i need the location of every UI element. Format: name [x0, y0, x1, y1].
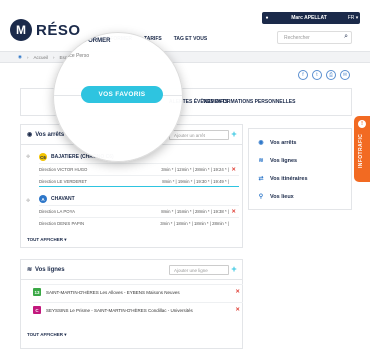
lines-panel-header: ≋ Vos lignes Ajouter une ligne + [21, 260, 242, 280]
location-icon: ◉ [18, 54, 22, 59]
side-item-label: Vos itinéraires [270, 175, 308, 182]
side-item-stops[interactable]: ◉ Vos arrêts [257, 139, 297, 147]
delete-icon[interactable]: ✕ [235, 307, 240, 313]
direction-row: Direction DENIS PAPIN 3min * | 18min * |… [39, 217, 239, 229]
side-item-label: Vos lieux [270, 193, 294, 200]
facebook-icon[interactable]: f [298, 70, 308, 80]
line-label: SEYSSINS Le Prisme - SAINT-MARTIN-D'HÈRE… [46, 307, 193, 313]
departure-times: 8min * | 19min * | 19:30 * | 19:49 * | [162, 178, 229, 184]
route-icon: ⇄ [258, 176, 264, 182]
logo-badge: M [10, 19, 32, 41]
site-header: M RÉSO ● Marc APELLAT FR ▾ M'INFORMER TA… [0, 0, 370, 50]
lines-panel-title: ≋ Vos lignes [27, 266, 65, 274]
twitter-icon[interactable]: t [312, 70, 322, 80]
direction-label: Direction LA POYA [39, 209, 75, 214]
magnified-nav-item: M'INFORMER [72, 38, 111, 44]
direction-label: Direction DENIS PAPIN [39, 221, 85, 226]
add-line-placeholder: Ajouter une ligne [174, 267, 208, 273]
stop-label: CHAVANT [51, 196, 75, 202]
mail-icon[interactable]: ✉ [340, 70, 350, 80]
add-line-input[interactable]: Ajouter une ligne [169, 265, 229, 275]
add-stop-placeholder: Ajouter un arrêt [174, 132, 206, 138]
stops-panel-title: ◉ Vos arrêts [27, 131, 65, 139]
logo-text: RÉSO [36, 21, 81, 39]
line-badge: A [39, 195, 47, 203]
direction-row: Direction LA POYA 8min * | 15min * | 28m… [39, 205, 239, 217]
tab-favorites[interactable]: VOS FAVORIS [81, 86, 163, 103]
share-buttons: f t ⎙ ✉ [298, 70, 350, 80]
logo[interactable]: M RÉSO [10, 19, 81, 41]
language-select[interactable]: FR ▾ [346, 15, 360, 21]
search-placeholder: Rechercher [284, 34, 310, 41]
lines-icon: ≋ [27, 267, 33, 273]
delete-icon[interactable]: ✕ [231, 167, 236, 173]
line-code: C [33, 306, 41, 314]
breadcrumb-home[interactable]: Accueil [33, 55, 48, 60]
nav-item-tag[interactable]: TAG ET VOUS [174, 36, 208, 42]
show-all-lines-button[interactable]: TOUT AFFICHER ▾ [27, 332, 67, 338]
add-stop-button[interactable]: + [229, 130, 239, 140]
user-name[interactable]: Marc APELLAT [272, 15, 346, 21]
tab-personal-info[interactable]: VOS INFORMATIONS PERSONNELLES [203, 99, 295, 105]
drag-handle-icon[interactable]: ✥ [26, 154, 30, 160]
side-item-lines[interactable]: ≋ Vos lignes [257, 157, 298, 165]
stop-name: A CHAVANT [39, 195, 75, 203]
user-icon[interactable]: ● [262, 15, 272, 21]
place-icon: ⚲ [258, 194, 264, 200]
side-item-places[interactable]: ⚲ Vos lieux [257, 193, 294, 201]
search-icon[interactable]: ⌕ [344, 33, 348, 41]
infotrafic-label: INFOTRAFIC [358, 133, 364, 168]
lines-panel: ≋ Vos lignes Ajouter une ligne + 13 SAIN… [20, 259, 243, 349]
departure-times: 8min * | 15min * | 28min * | 19:38 * | [161, 209, 229, 214]
breadcrumb-sep-icon: › [52, 54, 55, 60]
user-bar: ● Marc APELLAT FR ▾ [262, 12, 360, 24]
drag-handle-icon[interactable]: ✥ [26, 198, 30, 204]
favorites-side-menu: ◉ Vos arrêts ≋ Vos lignes ⇄ Vos itinérai… [248, 128, 352, 210]
side-item-label: Vos arrêts [270, 139, 297, 146]
infotrafic-tab[interactable]: ! INFOTRAFIC [354, 116, 370, 182]
direction-row: Direction VICTOR HUGO 3min * | 12min * |… [39, 163, 239, 175]
line-badge: C6 [39, 153, 47, 161]
direction-label: Direction VICTOR HUGO [39, 167, 88, 172]
line-code: 13 [33, 288, 41, 296]
pin-icon: ◉ [258, 140, 264, 146]
direction-row: Direction LE VERDERET 8min * | 19min * |… [39, 175, 239, 187]
print-icon[interactable]: ⎙ [326, 70, 336, 80]
lines-icon: ≋ [258, 158, 264, 164]
add-stop-input[interactable]: Ajouter un arrêt [169, 130, 229, 140]
add-line-button[interactable]: + [229, 265, 239, 275]
lines-title-text: Vos lignes [35, 266, 65, 273]
show-all-stops-button[interactable]: TOUT AFFICHER ▾ [27, 237, 67, 243]
delete-icon[interactable]: ✕ [235, 289, 240, 295]
line-row: 13 SAINT-MARTIN-D'HÈRES Les Alloves - EY… [33, 284, 243, 299]
search-input[interactable]: Rechercher ⌕ [277, 31, 352, 44]
breadcrumb-sep-icon: › [26, 54, 29, 60]
pin-icon: ◉ [27, 132, 33, 138]
departure-times: 3min * | 18min * | 18min * | 28min * | [160, 221, 229, 226]
direction-label: Direction LE VERDERET [39, 178, 87, 184]
delete-icon[interactable]: ✕ [231, 209, 236, 215]
breadcrumb: ◉ › Accueil › Espace Perso [0, 51, 370, 63]
magnifier-lens: M'INFORMER Espace Perso VOS FAVORIS [53, 32, 183, 162]
magnified-breadcrumb: Espace Perso [58, 53, 90, 59]
line-label: SAINT-MARTIN-D'HÈRES Les Alloves - EYBEN… [46, 289, 180, 295]
side-item-routes[interactable]: ⇄ Vos itinéraires [257, 175, 308, 183]
line-row: C SEYSSINS Le Prisme - SAINT-MARTIN-D'HÈ… [33, 302, 243, 317]
stops-title-text: Vos arrêts [35, 131, 65, 138]
departure-times: 3min * | 12min * | 28min * | 19:24 * | [161, 167, 229, 172]
side-item-label: Vos lignes [270, 157, 298, 164]
warning-icon: ! [358, 120, 366, 128]
